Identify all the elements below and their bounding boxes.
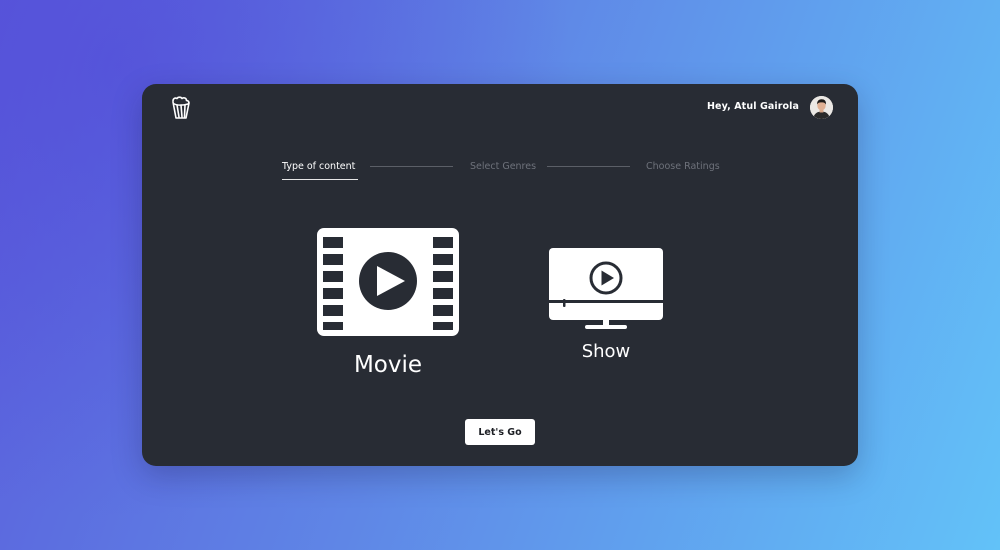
- movie-label: Movie: [353, 352, 423, 378]
- movie-option[interactable]: Movie: [312, 228, 464, 378]
- step-label: Select Genres: [470, 161, 537, 172]
- lets-go-button[interactable]: Let's Go: [465, 419, 535, 445]
- show-label: Show: [581, 341, 631, 362]
- step-choose-ratings[interactable]: Choose Ratings: [646, 161, 720, 172]
- active-step-underline: [282, 179, 358, 180]
- show-option[interactable]: Show: [542, 248, 670, 362]
- step-label: Type of content: [282, 161, 356, 172]
- user-avatar[interactable]: [810, 96, 833, 119]
- user-greeting: Hey, Atul Gairola: [706, 101, 799, 112]
- film-strip-play-icon: [317, 228, 459, 336]
- step-select-genres[interactable]: Select Genres: [470, 161, 536, 172]
- step-connector: [547, 166, 630, 167]
- step-label: Choose Ratings: [646, 161, 720, 172]
- step-connector: [370, 166, 453, 167]
- onboarding-card: Hey, Atul Gairola Type of content Select…: [142, 84, 858, 466]
- tv-play-icon: [549, 248, 663, 329]
- step-type-of-content[interactable]: Type of content: [282, 161, 358, 180]
- popcorn-logo-icon[interactable]: [170, 96, 192, 120]
